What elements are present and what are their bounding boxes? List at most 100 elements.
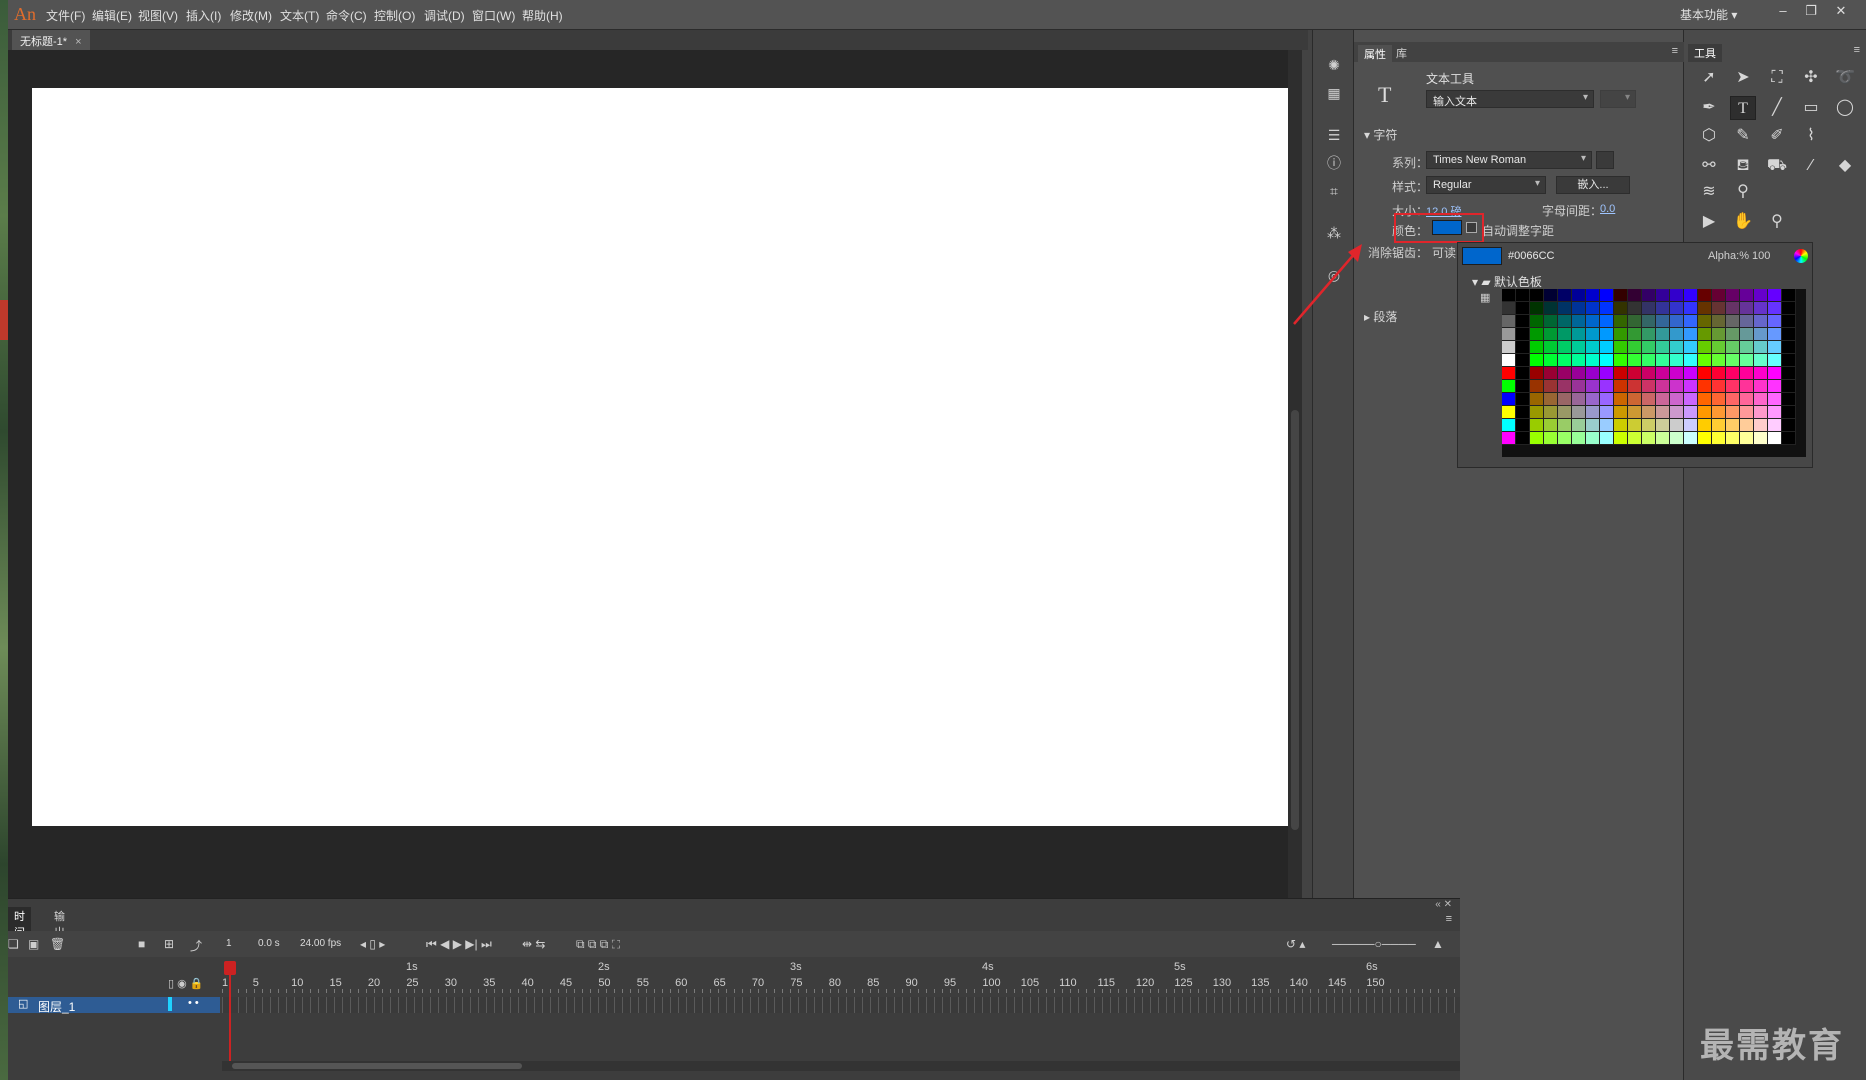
panel-menu-icon[interactable]: ≡ [1446,913,1452,925]
color-swatch[interactable] [1614,432,1628,445]
width-tool-icon[interactable]: ≋ [1696,180,1722,204]
color-swatch[interactable] [1558,380,1572,393]
color-swatch[interactable] [1600,406,1614,419]
stage-canvas[interactable] [32,88,1298,826]
color-swatch[interactable] [1502,341,1516,354]
info-panel-icon[interactable]: ⓘ [1325,154,1343,172]
color-swatch[interactable] [1586,341,1600,354]
color-swatch[interactable] [1502,354,1516,367]
color-swatch[interactable] [1726,419,1740,432]
color-swatch[interactable] [1628,328,1642,341]
color-swatch[interactable] [1600,354,1614,367]
color-swatch[interactable] [1586,367,1600,380]
color-swatch[interactable] [1614,380,1628,393]
color-swatch[interactable] [1768,432,1782,445]
color-swatch[interactable] [1614,354,1628,367]
color-swatch[interactable] [1502,393,1516,406]
color-swatch[interactable] [1698,432,1712,445]
color-swatch[interactable] [1670,354,1684,367]
color-swatch[interactable] [1740,380,1754,393]
color-swatch[interactable] [1502,380,1516,393]
color-swatch[interactable] [1754,367,1768,380]
color-swatch[interactable] [1628,432,1642,445]
color-swatch[interactable] [1614,302,1628,315]
color-swatch[interactable] [1768,289,1782,302]
color-swatch[interactable] [1544,315,1558,328]
color-swatch[interactable] [1684,393,1698,406]
color-swatch[interactable] [1698,341,1712,354]
color-swatch[interactable] [1530,302,1544,315]
delete-layer-icon[interactable]: 🗑 [50,937,65,951]
color-swatch[interactable] [1642,432,1656,445]
color-swatch[interactable] [1586,354,1600,367]
color-swatch[interactable] [1670,341,1684,354]
color-swatch[interactable] [1544,432,1558,445]
tab-library[interactable]: 库 [1390,45,1413,61]
color-swatch[interactable] [1642,380,1656,393]
color-swatch[interactable] [1586,393,1600,406]
color-swatch[interactable] [1614,406,1628,419]
color-swatch[interactable] [1768,302,1782,315]
color-swatch[interactable] [1516,432,1530,445]
color-swatch[interactable] [1642,354,1656,367]
color-swatch[interactable] [1530,341,1544,354]
pen-tool-icon[interactable]: ✒ [1696,96,1722,120]
color-swatch[interactable] [1614,419,1628,432]
color-swatch[interactable] [1740,315,1754,328]
color-swatch[interactable] [1754,419,1768,432]
transform-panel-icon[interactable]: ⌗ [1325,182,1343,200]
color-swatch[interactable] [1628,393,1642,406]
color-swatch[interactable] [1712,302,1726,315]
color-swatch[interactable] [1502,419,1516,432]
color-swatch[interactable] [1712,289,1726,302]
color-swatch[interactable] [1684,432,1698,445]
color-swatch[interactable] [1768,328,1782,341]
color-swatch[interactable] [1572,328,1586,341]
color-swatch[interactable] [1656,302,1670,315]
color-swatch[interactable] [1572,367,1586,380]
color-swatch[interactable] [1544,367,1558,380]
brush-tool-icon[interactable]: ⌇ [1798,124,1824,148]
close-tab-icon[interactable]: × [75,36,81,48]
menu-debug[interactable]: 调试(D) [424,7,465,24]
onion-skin-icons[interactable]: ⧉ ⧉ ⧉ ⛶ [576,937,620,952]
rectangle-tool-icon[interactable]: ▭ [1798,96,1824,120]
color-swatch[interactable] [1516,406,1530,419]
color-swatch[interactable] [1600,393,1614,406]
color-swatch[interactable] [1754,328,1768,341]
color-swatch[interactable] [1530,419,1544,432]
color-swatch[interactable] [1572,419,1586,432]
color-swatch[interactable] [1740,406,1754,419]
color-swatch[interactable] [1572,406,1586,419]
minimize-button[interactable]: – [1772,3,1794,21]
color-swatch[interactable] [1530,432,1544,445]
color-swatch[interactable] [1642,367,1656,380]
color-swatch[interactable] [1614,328,1628,341]
alpha-field[interactable]: Alpha:% 100 [1708,250,1770,262]
color-swatch[interactable] [1628,289,1642,302]
color-swatch[interactable] [1740,393,1754,406]
color-swatch[interactable] [1782,406,1796,419]
color-swatch[interactable] [1726,328,1740,341]
color-swatch[interactable] [1670,432,1684,445]
alpha-value[interactable]: 100 [1752,250,1770,262]
color-swatch[interactable] [1740,354,1754,367]
anti-alias-value[interactable]: 可读 [1432,244,1456,261]
color-swatch[interactable] [1530,393,1544,406]
color-swatch[interactable] [1628,367,1642,380]
color-swatch[interactable] [1502,367,1516,380]
color-swatch[interactable] [1698,393,1712,406]
color-swatch[interactable] [1670,419,1684,432]
color-swatch[interactable] [1656,367,1670,380]
color-swatch[interactable] [1586,328,1600,341]
color-swatch[interactable] [1782,393,1796,406]
menu-edit[interactable]: 编辑(E) [92,7,132,24]
color-swatch[interactable] [1516,289,1530,302]
color-swatch[interactable] [1782,289,1796,302]
font-family-select[interactable]: Times New Roman ▾ [1426,151,1592,169]
color-swatch[interactable] [1712,315,1726,328]
font-lookup-button[interactable] [1596,151,1614,169]
color-swatch[interactable] [1642,302,1656,315]
color-swatch[interactable] [1740,289,1754,302]
color-swatch[interactable] [1698,367,1712,380]
